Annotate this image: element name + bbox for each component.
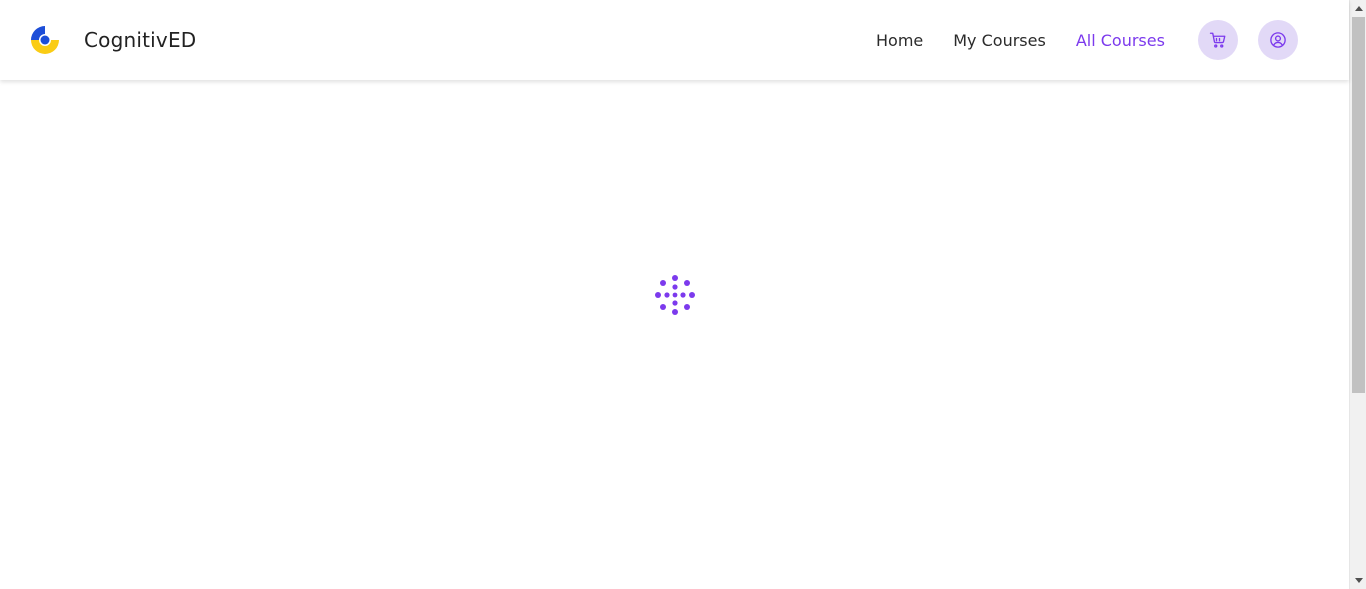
brand-logo-icon: [31, 26, 59, 54]
user-button[interactable]: [1258, 20, 1298, 60]
vertical-scrollbar[interactable]: [1349, 0, 1366, 589]
nav-home[interactable]: Home: [876, 31, 923, 50]
nav-links: Home My Courses All Courses: [876, 0, 1195, 80]
main-content: [0, 80, 1349, 589]
scroll-down-arrow-icon[interactable]: [1350, 572, 1366, 589]
navbar: CognitivED Home My Courses All Courses: [0, 0, 1349, 80]
loading-spinner-icon: [655, 275, 695, 315]
app: CognitivED Home My Courses All Courses: [0, 0, 1349, 589]
scroll-up-arrow-icon[interactable]: [1350, 0, 1366, 17]
brand[interactable]: CognitivED: [29, 24, 196, 56]
cart-button[interactable]: [1198, 20, 1238, 60]
nav-my-courses[interactable]: My Courses: [953, 31, 1046, 50]
cart-icon: [1209, 32, 1226, 48]
nav-all-courses[interactable]: All Courses: [1076, 31, 1165, 50]
user-circle-icon: [1270, 32, 1286, 48]
brand-name: CognitivED: [84, 28, 197, 52]
scroll-thumb[interactable]: [1352, 17, 1365, 393]
